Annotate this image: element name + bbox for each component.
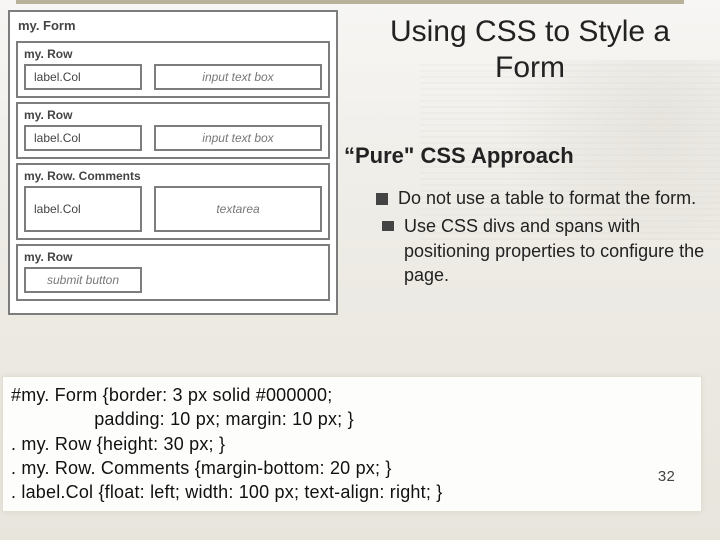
slide-title: Using CSS to Style a Form (370, 14, 690, 86)
diagram-row: my. Row label.Col input text box (16, 41, 330, 98)
code-block: #my. Form {border: 3 px solid #000000; p… (2, 376, 702, 512)
diagram-label-col: label.Col (24, 186, 142, 232)
bullet-item: Use CSS divs and spans with positioning … (376, 214, 706, 287)
slide: my. Form my. Row label.Col input text bo… (0, 0, 720, 540)
diagram-row-label: my. Row (24, 47, 322, 64)
diagram-input-box: input text box (154, 125, 322, 151)
form-diagram: my. Form my. Row label.Col input text bo… (8, 10, 338, 315)
bullet-marker-icon (376, 193, 388, 205)
code-line: padding: 10 px; margin: 10 px; } (11, 407, 691, 431)
bullet-marker-icon (382, 221, 394, 231)
diagram-row-label: my. Row (24, 250, 322, 267)
code-line: . label.Col {float: left; width: 100 px;… (11, 480, 691, 504)
bullet-text: Use CSS divs and spans with positioning … (404, 214, 706, 287)
diagram-form-label: my. Form (16, 16, 330, 37)
page-number: 32 (658, 467, 675, 487)
bullet-text: Do not use a table to format the form. (398, 186, 706, 210)
diagram-textarea: textarea (154, 186, 322, 232)
diagram-label-col: label.Col (24, 125, 142, 151)
diagram-row: my. Row submit button (16, 244, 330, 301)
accent-bar (16, 0, 684, 4)
diagram-row-comments: my. Row. Comments label.Col textarea (16, 163, 330, 240)
code-line: #my. Form {border: 3 px solid #000000; (11, 383, 691, 407)
slide-subtitle: “Pure" CSS Approach (344, 143, 704, 169)
code-line: . my. Row. Comments {margin-bottom: 20 p… (11, 456, 691, 480)
diagram-submit-button: submit button (24, 267, 142, 293)
diagram-row-label: my. Row. Comments (24, 169, 322, 186)
code-line: . my. Row {height: 30 px; } (11, 432, 691, 456)
diagram-label-col: label.Col (24, 64, 142, 90)
bullet-item: Do not use a table to format the form. (376, 186, 706, 210)
diagram-row: my. Row label.Col input text box (16, 102, 330, 159)
diagram-row-label: my. Row (24, 108, 322, 125)
bullet-list: Do not use a table to format the form. U… (376, 186, 706, 291)
diagram-input-box: input text box (154, 64, 322, 90)
